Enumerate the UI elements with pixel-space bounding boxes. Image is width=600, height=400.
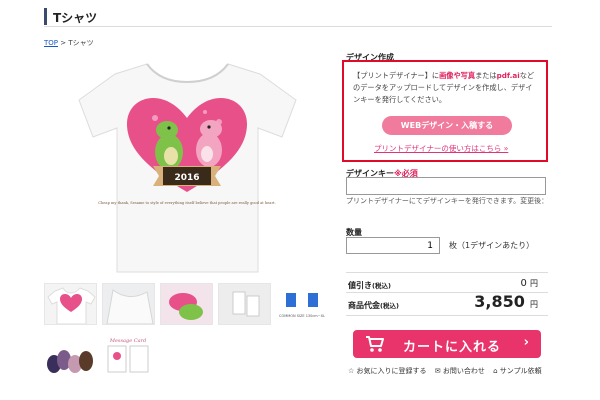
thumbnail-tshirt-detail[interactable] xyxy=(102,283,155,325)
thumbnail-care-label[interactable] xyxy=(218,283,271,325)
designer-howto-link[interactable]: プリントデザイナーの使い方はこちら » xyxy=(374,143,508,154)
message-card-title: Message Card xyxy=(109,338,146,344)
design-key-help: プリントデザイナーにてデザインキーを発行できます。変更後： xyxy=(346,197,549,205)
total-amount: 3,850 xyxy=(474,292,525,311)
year-label: 2016 xyxy=(174,173,199,183)
favorite-link[interactable]: ☆ お気に入りに登録する xyxy=(348,367,427,375)
web-design-button[interactable]: WEBデザイン・入稿する xyxy=(382,116,512,135)
total-value: 3,850 円 xyxy=(474,292,538,311)
chevron-right-icon: › xyxy=(523,335,529,350)
size-chart-caption: COMMON SIZE 130cm~XL xyxy=(279,314,325,318)
discount-unit: 円 xyxy=(530,279,538,288)
quantity-unit: 枚（1デザインあたり） xyxy=(449,241,535,250)
main-product-image: 2016 Cheap my thank, Sesame to style of … xyxy=(75,52,300,277)
mail-icon: ✉ xyxy=(434,367,441,375)
thumbnail-bag-colors[interactable] xyxy=(44,334,97,376)
thumbnail-print-closeup[interactable] xyxy=(160,283,213,325)
discount-label-text: 値引き xyxy=(348,281,372,290)
add-to-cart-button[interactable]: カートに入れる › xyxy=(353,330,541,358)
design-instructions-box: 【プリントデザイナー】に画像や写真またはpdf.aiなどのデータをアップロードし… xyxy=(342,60,548,162)
total-label-text: 商品代金 xyxy=(348,301,380,310)
discount-tax-suffix: (税込) xyxy=(372,282,391,290)
breadcrumb-top-link[interactable]: TOP xyxy=(44,39,58,47)
desc-part-2: または xyxy=(475,71,497,80)
divider xyxy=(346,272,548,273)
design-description: 【プリントデザイナー】に画像や写真またはpdf.aiなどのデータをアップロードし… xyxy=(353,70,539,106)
inquiry-link-label: お問い合わせ xyxy=(442,367,485,375)
discount-amount: 0 xyxy=(520,278,527,289)
total-tax-suffix: (税込) xyxy=(380,302,399,310)
design-key-input[interactable] xyxy=(346,177,546,195)
divider xyxy=(346,315,548,316)
product-links: ☆ お気に入りに登録する ✉ お問い合わせ ⌂ サンプル依頼 xyxy=(348,366,548,376)
header-accent-bar xyxy=(44,8,47,25)
thumbnail-tshirt-front[interactable] xyxy=(44,283,97,325)
thumbnail-message-card[interactable]: Message Card xyxy=(102,334,155,376)
desc-highlight-images: 画像や写真 xyxy=(439,71,476,80)
favorite-link-label: お気に入りに登録する xyxy=(356,367,427,375)
discount-label: 値引き(税込) xyxy=(348,280,391,291)
sample-link[interactable]: ⌂ サンプル依頼 xyxy=(493,367,541,375)
design-caption: Cheap my thank, Sesame to style of every… xyxy=(98,201,276,205)
total-label: 商品代金(税込) xyxy=(348,300,399,311)
cart-icon xyxy=(365,335,385,357)
page-title: Tシャツ xyxy=(53,11,98,25)
sample-link-label: サンプル依頼 xyxy=(499,367,542,375)
page-header: Tシャツ xyxy=(44,8,552,27)
breadcrumb-separator: > xyxy=(60,39,67,47)
desc-highlight-pdf: pdf.ai xyxy=(496,71,520,80)
desc-part-1: 【プリントデザイナー】に xyxy=(353,71,440,80)
star-icon: ☆ xyxy=(348,367,355,375)
add-to-cart-label: カートに入れる xyxy=(403,340,502,355)
inquiry-link[interactable]: ✉ お問い合わせ xyxy=(435,367,485,375)
tag-icon: ⌂ xyxy=(493,367,498,375)
total-unit: 円 xyxy=(530,300,538,309)
thumbnail-size-chart[interactable]: COMMON SIZE 130cm~XL xyxy=(276,283,329,325)
breadcrumb-current: Tシャツ xyxy=(68,39,94,47)
quantity-input[interactable] xyxy=(346,237,440,254)
discount-value: 0 円 xyxy=(520,278,538,289)
breadcrumb: TOP > Tシャツ xyxy=(44,38,94,48)
